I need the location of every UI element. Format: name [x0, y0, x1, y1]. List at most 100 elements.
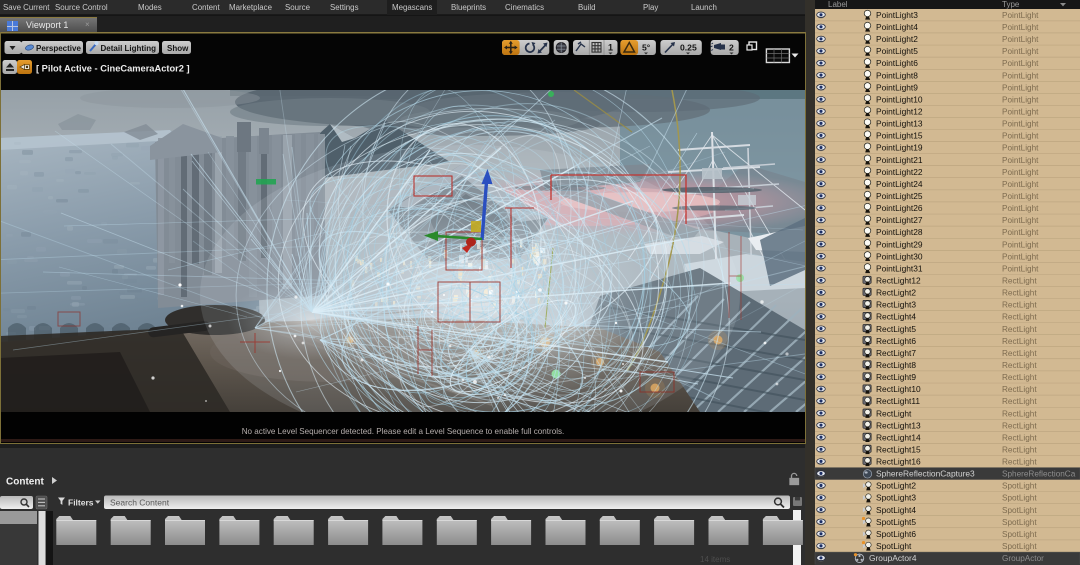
svg-text:PointLight29: PointLight29 — [876, 239, 923, 249]
svg-text:RectLight5: RectLight5 — [876, 324, 916, 334]
svg-text:PointLight: PointLight — [1002, 132, 1039, 141]
svg-text:RectLight11: RectLight11 — [876, 396, 920, 406]
svg-text:PointLight2: PointLight2 — [876, 34, 918, 44]
svg-text:RectLight: RectLight — [1002, 313, 1037, 322]
svg-text:Type: Type — [1002, 0, 1020, 9]
svg-text:PointLight28: PointLight28 — [876, 227, 923, 237]
svg-text:PointLight3: PointLight3 — [876, 10, 918, 20]
svg-text:RectLight: RectLight — [1002, 458, 1037, 467]
svg-text:PointLight: PointLight — [1002, 228, 1039, 237]
svg-text:SpotLight: SpotLight — [1002, 542, 1037, 551]
svg-text:PointLight: PointLight — [1002, 204, 1039, 213]
svg-text:RectLight9: RectLight9 — [876, 372, 916, 382]
svg-text:PointLight19: PointLight19 — [876, 143, 923, 153]
svg-text:PointLight21: PointLight21 — [876, 155, 923, 165]
svg-text:PointLight22: PointLight22 — [876, 167, 923, 177]
svg-text:GroupActor: GroupActor — [1002, 554, 1044, 563]
svg-text:RectLight: RectLight — [1002, 433, 1037, 442]
svg-text:Detail Lighting: Detail Lighting — [101, 44, 157, 53]
svg-text:RectLight13: RectLight13 — [876, 420, 921, 430]
svg-text:PointLight: PointLight — [1002, 264, 1039, 273]
svg-text:PointLight9: PointLight9 — [876, 82, 918, 92]
svg-text:RectLight: RectLight — [1002, 385, 1037, 394]
svg-text:1: 1 — [608, 43, 613, 53]
svg-text:RectLight3: RectLight3 — [876, 300, 916, 310]
svg-text:PointLight: PointLight — [1002, 216, 1039, 225]
svg-text:PointLight8: PointLight8 — [876, 70, 918, 80]
svg-text:RectLight: RectLight — [1002, 289, 1037, 298]
svg-text:PointLight: PointLight — [1002, 59, 1039, 68]
svg-text:PointLight: PointLight — [1002, 95, 1039, 104]
svg-text:RectLight15: RectLight15 — [876, 444, 921, 454]
svg-text:PointLight10: PointLight10 — [876, 94, 923, 104]
svg-text:RectLight: RectLight — [1002, 349, 1037, 358]
svg-text:PointLight: PointLight — [1002, 192, 1039, 201]
svg-text:PointLight15: PointLight15 — [876, 131, 923, 141]
svg-text:PointLight: PointLight — [1002, 144, 1039, 153]
svg-text:RectLight12: RectLight12 — [876, 275, 921, 285]
svg-text:RectLight: RectLight — [1002, 409, 1037, 418]
svg-text:PointLight: PointLight — [1002, 47, 1039, 56]
svg-text:PointLight24: PointLight24 — [876, 179, 923, 189]
svg-text:SpotLight: SpotLight — [1002, 482, 1037, 491]
svg-text:RectLight: RectLight — [876, 408, 912, 418]
svg-text:PointLight27: PointLight27 — [876, 215, 923, 225]
svg-text:RectLight2: RectLight2 — [876, 288, 916, 298]
svg-text:Search Content: Search Content — [110, 498, 170, 508]
svg-text:PointLight: PointLight — [1002, 83, 1039, 92]
svg-text:Perspective: Perspective — [36, 44, 81, 53]
svg-text:PointLight: PointLight — [1002, 120, 1039, 129]
svg-text:Show: Show — [167, 44, 189, 53]
svg-text:RectLight: RectLight — [1002, 397, 1037, 406]
svg-text:PointLight5: PointLight5 — [876, 46, 918, 56]
svg-text:SpotLight: SpotLight — [1002, 518, 1037, 527]
svg-text:PointLight4: PointLight4 — [876, 22, 918, 32]
svg-text:SpotLight5: SpotLight5 — [876, 517, 916, 527]
svg-text:Filters: Filters — [68, 498, 94, 508]
svg-text:SpotLight: SpotLight — [1002, 494, 1037, 503]
svg-text:PointLight: PointLight — [1002, 11, 1039, 20]
svg-text:GroupActor4: GroupActor4 — [869, 553, 917, 563]
svg-text:PointLight31: PointLight31 — [876, 263, 923, 273]
svg-text:SpotLight6: SpotLight6 — [876, 529, 916, 539]
svg-text:RectLight14: RectLight14 — [876, 432, 921, 442]
svg-text:RectLight10: RectLight10 — [876, 384, 921, 394]
svg-text:RectLight: RectLight — [1002, 337, 1037, 346]
svg-text:SpotLight: SpotLight — [876, 541, 912, 551]
svg-text:2: 2 — [729, 43, 734, 53]
svg-text:RectLight: RectLight — [1002, 361, 1037, 370]
svg-text:0.25: 0.25 — [680, 43, 697, 53]
svg-text:RectLight: RectLight — [1002, 373, 1037, 382]
svg-text:5°: 5° — [642, 43, 651, 53]
svg-text:PointLight: PointLight — [1002, 23, 1039, 32]
svg-text:14 items: 14 items — [700, 555, 730, 564]
svg-text:RectLight: RectLight — [1002, 325, 1037, 334]
svg-text:RectLight: RectLight — [1002, 445, 1037, 454]
svg-text:PointLight12: PointLight12 — [876, 107, 923, 117]
svg-text:RectLight: RectLight — [1002, 276, 1037, 285]
svg-text:SphereReflectionCapture3: SphereReflectionCapture3 — [876, 469, 975, 479]
svg-text:RectLight8: RectLight8 — [876, 360, 916, 370]
svg-text:PointLight13: PointLight13 — [876, 119, 923, 129]
svg-text:PointLight: PointLight — [1002, 240, 1039, 249]
svg-text:SpotLight2: SpotLight2 — [876, 481, 916, 491]
svg-text:PointLight: PointLight — [1002, 252, 1039, 261]
svg-text:RectLight7: RectLight7 — [876, 348, 916, 358]
svg-text:PointLight: PointLight — [1002, 35, 1039, 44]
svg-text:PointLight: PointLight — [1002, 71, 1039, 80]
svg-text:PointLight30: PointLight30 — [876, 251, 923, 261]
svg-text:RectLight6: RectLight6 — [876, 336, 916, 346]
svg-text:Content: Content — [6, 477, 44, 488]
svg-text:PointLight: PointLight — [1002, 168, 1039, 177]
svg-text:PointLight26: PointLight26 — [876, 203, 923, 213]
svg-text:SpotLight: SpotLight — [1002, 506, 1037, 515]
svg-text:SpotLight: SpotLight — [1002, 530, 1037, 539]
svg-text:Label: Label — [828, 0, 848, 9]
svg-text:PointLight: PointLight — [1002, 108, 1039, 117]
svg-text:PointLight6: PointLight6 — [876, 58, 918, 68]
svg-text:SpotLight3: SpotLight3 — [876, 493, 916, 503]
svg-text:PointLight: PointLight — [1002, 156, 1039, 165]
svg-text:SphereReflectionCa: SphereReflectionCa — [1002, 470, 1076, 479]
svg-text:RectLight: RectLight — [1002, 421, 1037, 430]
svg-text:SpotLight4: SpotLight4 — [876, 505, 916, 515]
